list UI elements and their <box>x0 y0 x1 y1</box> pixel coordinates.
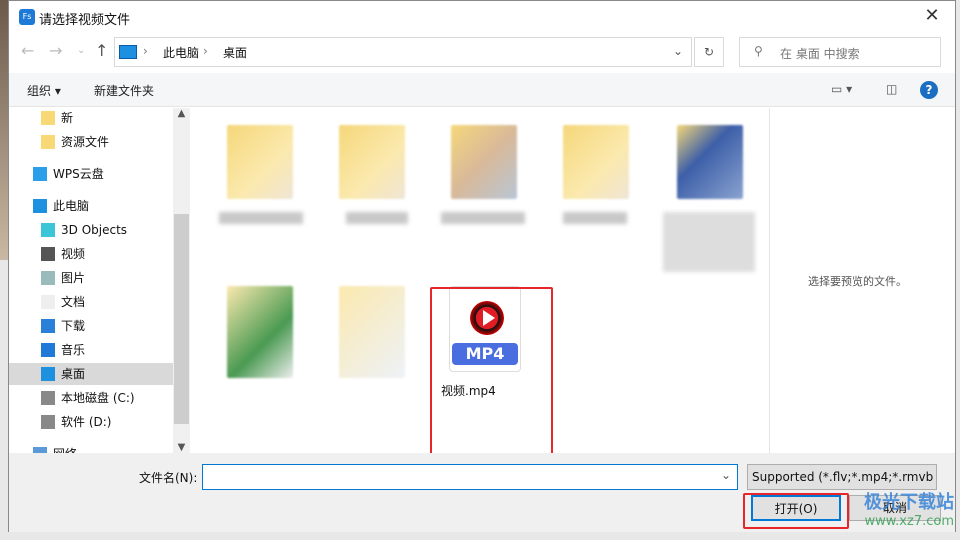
nav-item[interactable]: 新 <box>9 108 173 129</box>
folder-icon <box>41 135 55 149</box>
search-icon: ⚲ <box>754 44 763 58</box>
blurred-label <box>441 212 525 224</box>
nav-item[interactable]: 此电脑 <box>9 195 173 217</box>
music-icon <box>41 343 55 357</box>
nav-item[interactable]: 桌面 <box>9 363 173 385</box>
nav-item[interactable]: 本地磁盘 (C:) <box>9 387 173 409</box>
chevron-down-icon[interactable]: ⌄ <box>721 468 731 482</box>
watermark-logo: 极光下载站 www.xz7.com <box>864 492 954 529</box>
file-type-select[interactable]: Supported (*.flv;*.mp4;*.rmvb <box>747 464 937 490</box>
recent-dropdown[interactable]: ⌄ <box>77 45 85 56</box>
nav-item-label: 软件 (D:) <box>61 415 112 429</box>
cloud-icon <box>33 167 47 181</box>
breadcrumb-pc[interactable]: 此电脑 <box>163 44 199 61</box>
nav-item[interactable]: 音乐 <box>9 339 173 361</box>
forward-button[interactable]: → <box>49 41 62 60</box>
document-icon <box>41 295 55 309</box>
nav-item-label: 此电脑 <box>53 199 90 213</box>
search-placeholder: 在 桌面 中搜索 <box>780 47 860 61</box>
nav-item-label: 本地磁盘 (C:) <box>61 391 135 405</box>
help-icon[interactable]: ? <box>920 81 938 99</box>
highlight-box-file <box>430 287 553 461</box>
download-icon <box>41 319 55 333</box>
close-button[interactable]: ✕ <box>917 5 947 29</box>
address-bar[interactable]: › 此电脑 › 桌面 ⌄ <box>114 37 692 67</box>
nav-item-label: 视频 <box>61 247 86 261</box>
nav-item-label: 下载 <box>61 319 86 333</box>
nav-item-label: 新 <box>61 111 74 125</box>
nav-item-label: 网络 <box>53 443 77 453</box>
nav-item-label: 3D Objects <box>61 223 128 237</box>
title-bar: Fs 请选择视频文件 ✕ <box>9 1 955 33</box>
nav-item[interactable]: 视频 <box>9 243 173 265</box>
chevron-right-icon: › <box>143 44 148 58</box>
blurred-label <box>563 212 627 224</box>
video-icon <box>41 247 55 261</box>
nav-item-label: 资源文件 <box>61 135 110 149</box>
organize-button[interactable]: 组织 ▾ <box>27 82 61 99</box>
back-button[interactable]: ← <box>21 41 34 60</box>
blurred-folder[interactable] <box>563 125 629 199</box>
blurred-folder[interactable] <box>677 125 743 199</box>
blurred-label <box>663 212 755 272</box>
blurred-label <box>346 212 408 224</box>
chevron-down-icon[interactable]: ⌄ <box>673 44 683 58</box>
nav-item-label: 图片 <box>61 271 86 285</box>
up-button[interactable]: ↑ <box>95 41 108 60</box>
app-icon: Fs <box>19 9 35 25</box>
nav-item[interactable]: 文档 <box>9 291 173 313</box>
nav-item[interactable]: 下载 <box>9 315 173 337</box>
breadcrumb-desktop[interactable]: 桌面 <box>223 44 247 61</box>
chevron-right-icon: › <box>203 44 208 58</box>
nav-item[interactable]: 软件 (D:) <box>9 411 173 433</box>
nav-item[interactable]: WPS云盘 <box>9 163 173 185</box>
filename-label: 文件名(N): <box>139 471 198 485</box>
nav-item-label: WPS云盘 <box>53 167 104 181</box>
toolbar: 组织 ▾ 新建文件夹 ▭ ▾ ◫ ? <box>9 73 955 107</box>
blurred-folder[interactable] <box>339 125 405 199</box>
picture-icon <box>41 271 55 285</box>
blurred-folder[interactable] <box>227 286 293 378</box>
nav-item-label: 桌面 <box>61 367 86 381</box>
drive-icon <box>41 391 55 405</box>
filename-input[interactable]: ⌄ <box>202 464 738 490</box>
nav-item[interactable]: 3D Objects <box>9 219 173 241</box>
blurred-folder[interactable] <box>227 125 293 199</box>
file-type-value: Supported (*.flv;*.mp4;*.rmvb <box>752 470 934 484</box>
nav-item[interactable]: 图片 <box>9 267 173 289</box>
highlight-box-open <box>743 493 849 529</box>
preview-pane-toggle[interactable]: ◫ <box>886 82 897 96</box>
view-options-button[interactable]: ▭ ▾ <box>831 82 852 96</box>
organize-label: 组织 <box>27 84 52 98</box>
refresh-button[interactable]: ↻ <box>694 37 724 67</box>
scrollbar-thumb[interactable] <box>174 214 189 424</box>
cube-icon <box>41 223 55 237</box>
nav-item-label: 音乐 <box>61 343 86 357</box>
drive-icon <box>41 415 55 429</box>
blurred-label <box>219 212 303 224</box>
desktop-icon <box>41 367 55 381</box>
computer-icon <box>33 199 47 213</box>
preview-pane: 选择要预览的文件。 <box>769 108 956 453</box>
blurred-folder[interactable] <box>339 286 405 378</box>
search-input[interactable]: ⚲ 在 桌面 中搜索 <box>739 37 941 67</box>
nav-item[interactable]: 资源文件 <box>9 131 173 153</box>
file-open-dialog: Fs 请选择视频文件 ✕ ← → ⌄ ↑ › 此电脑 › 桌面 ⌄ ↻ ⚲ 在 … <box>8 0 956 532</box>
nav-item[interactable]: 网络 <box>9 443 173 453</box>
background-photo <box>0 0 8 260</box>
blurred-folder[interactable] <box>451 125 517 199</box>
folder-icon <box>41 111 55 125</box>
desktop-icon <box>119 45 137 59</box>
preview-text: 选择要预览的文件。 <box>808 275 907 288</box>
nav-item-label: 文档 <box>61 295 86 309</box>
new-folder-button[interactable]: 新建文件夹 <box>94 82 154 99</box>
navigation-pane: 新资源文件 WPS云盘此电脑 3D Objects 视频图片文档下载音乐桌面本地磁盘 … <box>9 108 189 453</box>
window-title: 请选择视频文件 <box>39 13 131 28</box>
